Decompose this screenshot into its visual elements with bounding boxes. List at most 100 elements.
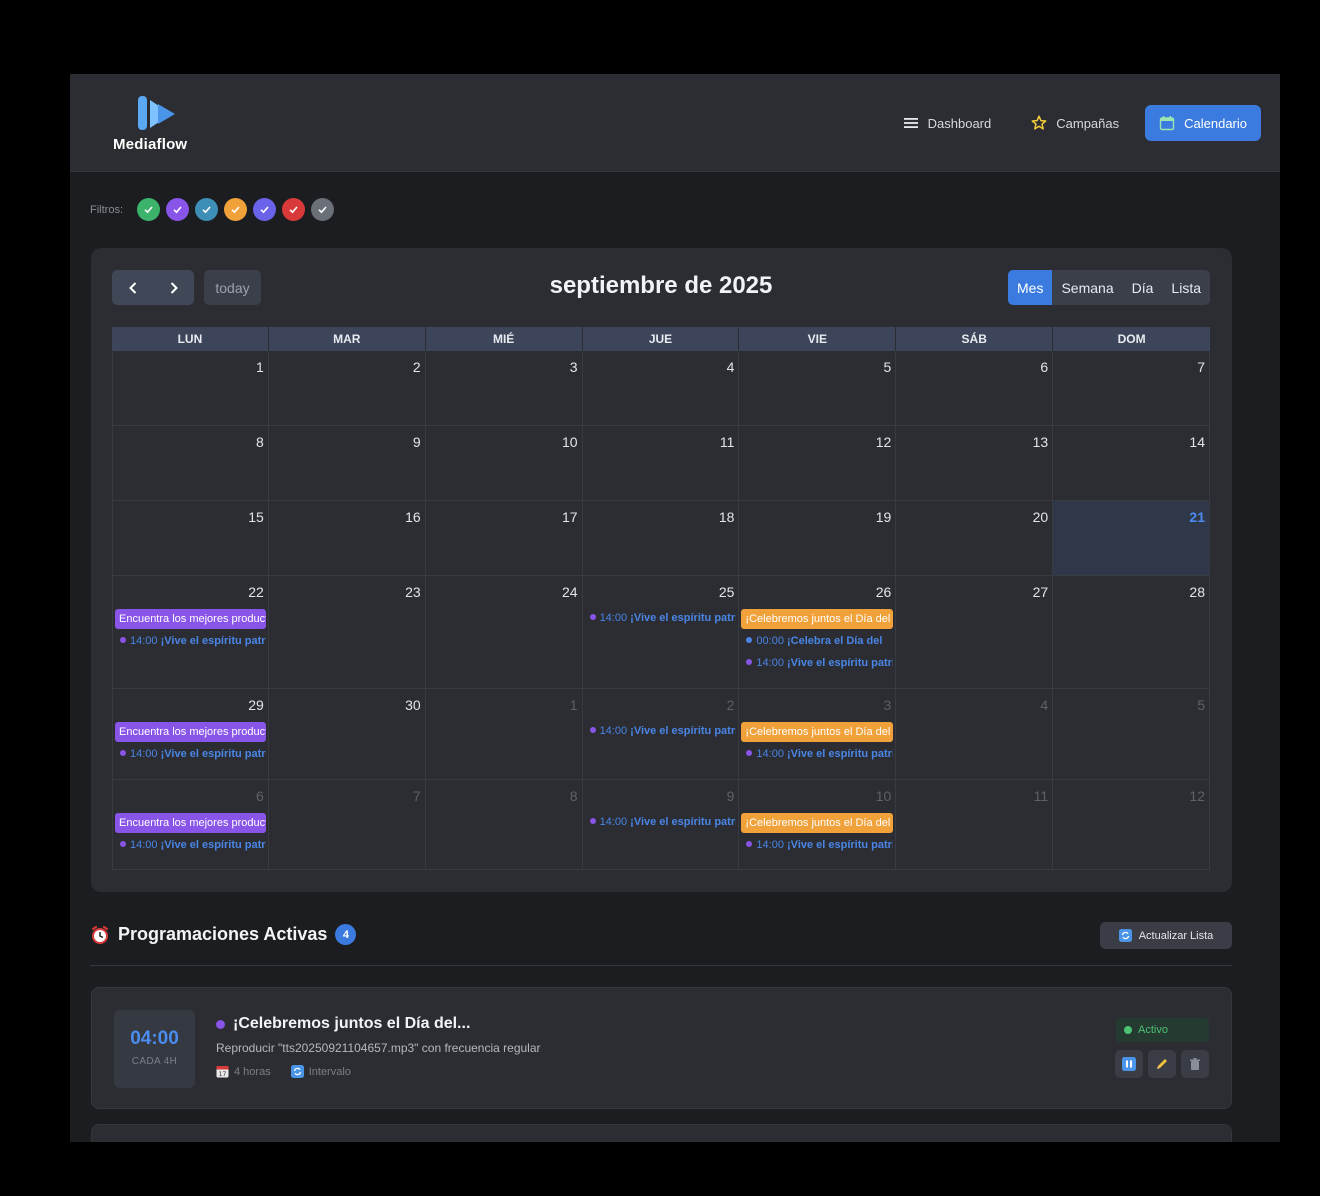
day-cell[interactable]: 1: [112, 351, 269, 425]
day-number[interactable]: 17: [562, 509, 578, 525]
filter-chip[interactable]: [282, 198, 305, 221]
day-cell[interactable]: 25 14:00 ¡Vive el espíritu patrio: [583, 576, 740, 688]
day-cell[interactable]: 27: [896, 576, 1054, 688]
day-cell[interactable]: 2: [269, 351, 426, 425]
day-number[interactable]: 7: [413, 788, 421, 804]
filter-chip[interactable]: [137, 198, 160, 221]
brand-logo[interactable]: Mediaflow: [113, 94, 203, 154]
day-cell[interactable]: 15: [112, 501, 269, 575]
calendar-event-timed[interactable]: 14:00 ¡Vive el espíritu patrio: [741, 836, 893, 855]
day-cell[interactable]: 12: [1053, 780, 1210, 869]
day-cell[interactable]: 14: [1053, 426, 1210, 500]
day-number[interactable]: 9: [413, 434, 421, 450]
day-number[interactable]: 14: [1189, 434, 1205, 450]
calendar-event-timed[interactable]: 14:00 ¡Vive el espíritu patrio: [585, 722, 736, 741]
day-number[interactable]: 12: [1189, 788, 1205, 804]
day-number[interactable]: 3: [570, 359, 578, 375]
day-cell[interactable]: 19: [739, 501, 897, 575]
day-number[interactable]: 2: [727, 697, 735, 713]
prev-month-button[interactable]: [112, 270, 153, 305]
day-cell[interactable]: 26 ¡Celebremos juntos el Día del 00:00 ¡Ce…: [739, 576, 897, 688]
day-number[interactable]: 4: [1040, 697, 1048, 713]
day-cell[interactable]: 30: [269, 689, 426, 779]
day-number[interactable]: 19: [876, 509, 892, 525]
edit-button[interactable]: [1148, 1050, 1176, 1078]
day-cell[interactable]: 21: [1053, 501, 1210, 575]
day-number[interactable]: 18: [719, 509, 735, 525]
calendar-event-timed[interactable]: 14:00 ¡Vive el espíritu patrio: [585, 609, 736, 628]
day-number[interactable]: 5: [883, 359, 891, 375]
calendar-event[interactable]: Encuentra los mejores productos: [115, 609, 266, 629]
day-number[interactable]: 6: [256, 788, 264, 804]
refresh-list-button[interactable]: Actualizar Lista: [1100, 922, 1232, 949]
day-number[interactable]: 13: [1033, 434, 1049, 450]
day-cell[interactable]: 6: [896, 351, 1054, 425]
calendar-event-timed[interactable]: 14:00 ¡Vive el espíritu patrio: [115, 836, 266, 855]
day-number[interactable]: 6: [1040, 359, 1048, 375]
day-cell[interactable]: 24: [426, 576, 583, 688]
day-number[interactable]: 3: [883, 697, 891, 713]
day-cell[interactable]: 3 ¡Celebremos juntos el Día del 14:00 ¡Viv…: [739, 689, 897, 779]
day-number[interactable]: 12: [876, 434, 892, 450]
day-cell[interactable]: 10: [426, 426, 583, 500]
calendar-event-timed[interactable]: 14:00 ¡Vive el espíritu patrio: [741, 745, 893, 764]
day-cell[interactable]: 22 Encuentra los mejores productos 14:00 ¡…: [112, 576, 269, 688]
nav-calendar[interactable]: Calendario: [1145, 105, 1261, 141]
day-number[interactable]: 26: [876, 584, 892, 600]
delete-button[interactable]: [1181, 1050, 1209, 1078]
filter-chip[interactable]: [224, 198, 247, 221]
today-button[interactable]: today: [204, 270, 261, 305]
view-button[interactable]: Mes: [1008, 270, 1053, 305]
day-number[interactable]: 10: [562, 434, 578, 450]
day-cell[interactable]: 29 Encuentra los mejores productos 14:00 ¡…: [112, 689, 269, 779]
calendar-event-timed[interactable]: 14:00 ¡Vive el espíritu patrio: [115, 745, 266, 764]
day-number[interactable]: 23: [405, 584, 421, 600]
calendar-event[interactable]: ¡Celebremos juntos el Día del: [741, 609, 894, 629]
day-cell[interactable]: 8: [112, 426, 269, 500]
day-number[interactable]: 27: [1033, 584, 1049, 600]
day-number[interactable]: 28: [1189, 584, 1205, 600]
day-cell[interactable]: 3: [426, 351, 583, 425]
next-month-button[interactable]: [153, 270, 194, 305]
day-number[interactable]: 9: [727, 788, 735, 804]
day-number[interactable]: 8: [256, 434, 264, 450]
nav-campaigns[interactable]: Campañas: [1017, 105, 1133, 141]
filter-chip[interactable]: [253, 198, 276, 221]
schedule-card[interactable]: [91, 1124, 1232, 1142]
day-cell[interactable]: 2 14:00 ¡Vive el espíritu patrio: [583, 689, 740, 779]
day-number[interactable]: 11: [1034, 788, 1049, 804]
day-number[interactable]: 7: [1197, 359, 1205, 375]
view-button[interactable]: Lista: [1162, 270, 1210, 305]
day-cell[interactable]: 9: [269, 426, 426, 500]
day-cell[interactable]: 13: [896, 426, 1054, 500]
day-cell[interactable]: 12: [739, 426, 897, 500]
day-number[interactable]: 25: [719, 584, 735, 600]
day-cell[interactable]: 8: [426, 780, 583, 869]
day-cell[interactable]: 4: [583, 351, 740, 425]
day-number[interactable]: 5: [1197, 697, 1205, 713]
day-number[interactable]: 10: [876, 788, 892, 804]
day-number[interactable]: 22: [248, 584, 264, 600]
calendar-event-timed[interactable]: 00:00 ¡Celebra el Día del: [741, 632, 893, 651]
calendar-event-timed[interactable]: 14:00 ¡Vive el espíritu patrio: [741, 654, 893, 673]
day-number[interactable]: 15: [248, 509, 264, 525]
day-cell[interactable]: 5: [739, 351, 897, 425]
day-cell[interactable]: 5: [1053, 689, 1210, 779]
schedule-card[interactable]: 04:00 CADA 4H ¡Celebremos juntos el Día …: [91, 987, 1232, 1109]
calendar-event[interactable]: Encuentra los mejores productos: [115, 722, 266, 742]
day-cell[interactable]: 18: [583, 501, 740, 575]
day-number[interactable]: 21: [1189, 509, 1205, 525]
day-number[interactable]: 16: [405, 509, 421, 525]
day-cell[interactable]: 4: [896, 689, 1054, 779]
day-number[interactable]: 2: [413, 359, 421, 375]
day-number[interactable]: 24: [562, 584, 578, 600]
filter-chip[interactable]: [195, 198, 218, 221]
calendar-event-timed[interactable]: 14:00 ¡Vive el espíritu patrio: [115, 632, 266, 651]
day-cell[interactable]: 11: [896, 780, 1054, 869]
view-button[interactable]: Día: [1123, 270, 1163, 305]
day-cell[interactable]: 1: [426, 689, 583, 779]
day-cell[interactable]: 10 ¡Celebremos juntos el Día del 14:00 ¡Vi…: [739, 780, 897, 869]
calendar-event[interactable]: Encuentra los mejores productos: [115, 813, 266, 833]
calendar-event[interactable]: ¡Celebremos juntos el Día del: [741, 813, 894, 833]
day-number[interactable]: 4: [727, 359, 735, 375]
